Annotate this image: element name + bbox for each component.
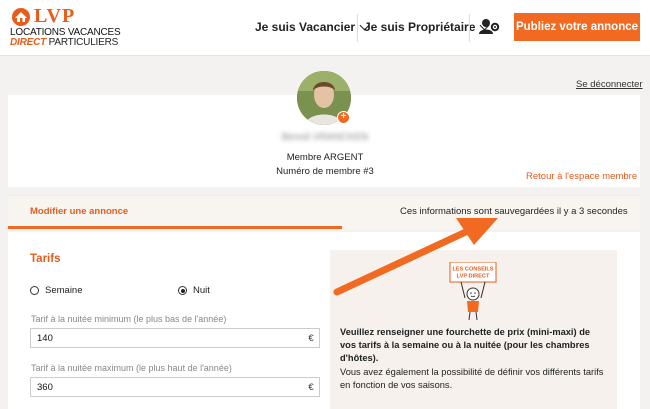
advice-paragraph-1: Veuillez renseigner une fourchette de pr… bbox=[340, 327, 591, 363]
nav-proprietaire-label: Je suis Propriétaire bbox=[364, 20, 476, 34]
max-rate-value: 360 bbox=[37, 381, 53, 393]
logo[interactable]: LVP LOCATIONS VACANCES DIRECT PARTICULIE… bbox=[10, 5, 121, 50]
user-gear-icon[interactable] bbox=[478, 17, 500, 37]
badge-line-1: LES CONSEILS bbox=[452, 267, 493, 273]
member-level: Membre ARGENT bbox=[286, 152, 364, 163]
min-rate-value: 140 bbox=[37, 332, 53, 344]
min-rate-input[interactable]: 140 € bbox=[30, 328, 320, 348]
min-rate-label: Tarif à la nuitée minimum (le plus bas d… bbox=[31, 314, 227, 324]
currency-euro: € bbox=[308, 381, 314, 393]
max-rate-label: Tarif à la nuitée maximum (le plus haut … bbox=[31, 363, 232, 373]
radio-button-selected[interactable] bbox=[178, 286, 187, 295]
publish-listing-button[interactable]: Publiez votre annonce bbox=[514, 13, 640, 41]
max-rate-input[interactable]: 360 € bbox=[30, 377, 320, 397]
radio-semaine[interactable]: Semaine bbox=[30, 285, 83, 296]
logo-text: LVP bbox=[34, 5, 76, 27]
radio-nuit[interactable]: Nuit bbox=[178, 285, 210, 296]
advice-paragraph-2: Vous avez également la possibilité de dé… bbox=[340, 367, 604, 390]
nav-divider bbox=[357, 14, 358, 42]
logo-direct: DIRECT bbox=[10, 37, 47, 48]
radio-button[interactable] bbox=[30, 286, 39, 295]
save-status: Ces informations sont sauvegardées il y … bbox=[400, 206, 628, 217]
currency-euro: € bbox=[308, 332, 314, 344]
nav-divider bbox=[469, 14, 470, 42]
radio-nuit-label: Nuit bbox=[193, 285, 210, 296]
member-number: Numéro de membre #3 bbox=[276, 166, 374, 177]
badge-line-2: LVP DIRECT bbox=[457, 274, 490, 280]
logout-link[interactable]: Se déconnecter bbox=[576, 79, 643, 90]
radio-semaine-label: Semaine bbox=[45, 285, 83, 296]
back-to-member-area-link[interactable]: Retour à l'espace membre bbox=[526, 171, 637, 182]
member-name: Benoit VRANCKEN bbox=[281, 132, 369, 143]
logo-particuliers: PARTICULIERS bbox=[48, 37, 119, 48]
logo-tagline-2: DIRECT PARTICULIERS bbox=[10, 37, 118, 48]
section-title-tarifs: Tarifs bbox=[30, 253, 61, 265]
active-tab-indicator bbox=[8, 226, 342, 229]
add-photo-icon[interactable]: + bbox=[337, 111, 350, 124]
tab-edit-listing[interactable]: Modifier une annonce bbox=[30, 206, 128, 217]
advice-mascot-icon: LES CONSEILS LVP DIRECT bbox=[449, 262, 497, 321]
nav-vacancier-label: Je suis Vacancier bbox=[255, 20, 356, 34]
house-logo-icon bbox=[12, 8, 30, 26]
nav-vacancier[interactable]: Je suis Vacancier bbox=[255, 20, 370, 34]
